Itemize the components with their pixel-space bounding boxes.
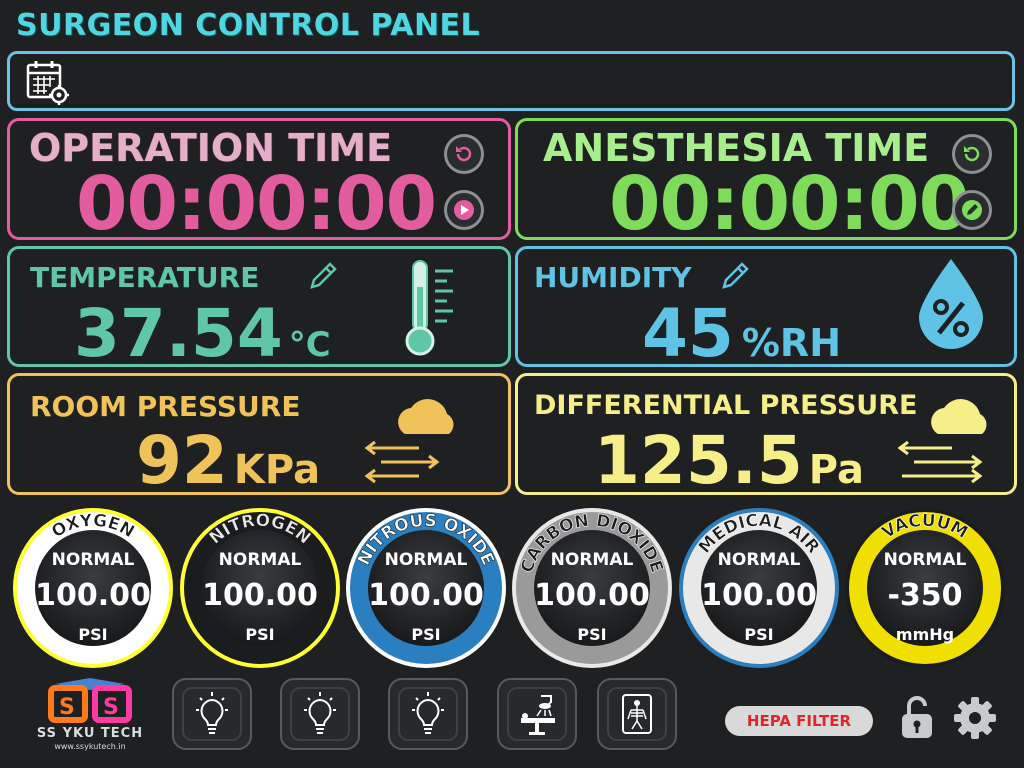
room-pressure-panel: ROOM PRESSURE 92 KPa xyxy=(7,373,511,499)
room-pressure-value-wrap: 92 KPa xyxy=(136,422,320,499)
humidity-edit-pencil-icon[interactable] xyxy=(720,259,752,295)
surgical-lamp-icon xyxy=(521,695,555,735)
nitrous-oxide-gauge[interactable]: NITROUS OXIDE NORMAL 100.00 PSI xyxy=(346,508,506,668)
page-title: SURGEON CONTROL PANEL xyxy=(16,8,481,43)
humidity-value: 45 xyxy=(642,295,734,372)
date-time-bar xyxy=(7,51,1015,111)
nitrogen-gauge[interactable]: NITROGEN NORMAL 100.00 PSI xyxy=(180,508,340,668)
differential-pressure-value-wrap: 125.5 Pa xyxy=(594,422,864,499)
nitrogen-gauge-value: 100.00 xyxy=(202,578,318,613)
temperature-unit: °C xyxy=(288,325,331,365)
carbon-dioxide-gauge[interactable]: CARBON DIOXIDE NORMAL 100.00 PSI xyxy=(512,508,672,668)
lock-icon[interactable] xyxy=(899,696,935,744)
company-logo: S S SS YKU TECH www.ssykutech.in xyxy=(15,676,165,756)
operation-time-panel: OPERATION TIME 00:00:00 xyxy=(7,118,511,247)
xray-viewer-icon xyxy=(622,694,652,734)
wind-cloud-icon xyxy=(355,388,467,492)
hepa-filter-button[interactable]: HEPA FILTER xyxy=(725,706,873,736)
nitrogen-gauge-name: NITROGEN xyxy=(205,512,314,549)
vacuum-gauge[interactable]: VACUUM NORMAL -350 mmHg xyxy=(845,508,1005,668)
light-bulb-icon xyxy=(412,692,444,734)
temperature-value: 37.54 xyxy=(74,295,283,372)
light-1-button[interactable] xyxy=(172,678,252,750)
play-icon xyxy=(454,200,474,220)
nitrogen-gauge-unit: PSI xyxy=(245,625,275,644)
differential-pressure-panel: DIFFERENTIAL PRESSURE 125.5 Pa xyxy=(515,373,1017,499)
reset-icon xyxy=(456,146,472,162)
xray-viewer-button[interactable] xyxy=(597,678,677,750)
room-pressure-unit: KPa xyxy=(233,447,321,493)
anesthesia-edit-button[interactable] xyxy=(952,190,992,230)
oxygen-gauge-name: OXYGEN xyxy=(48,512,138,542)
vacuum-gauge-status: NORMAL xyxy=(883,550,967,570)
light-2-button[interactable] xyxy=(280,678,360,750)
room-pressure-title: ROOM PRESSURE xyxy=(30,390,301,423)
anesthesia-timer: 00:00:00 xyxy=(609,161,970,247)
nitrous-oxide-gauge-unit: PSI xyxy=(411,625,441,644)
nitrogen-gauge-status: NORMAL xyxy=(218,550,302,570)
humidity-value-wrap: 45 %RH xyxy=(642,295,841,372)
medical-air-gauge[interactable]: MEDICAL AIR NORMAL 100.00 PSI xyxy=(679,508,839,668)
or-light-button[interactable] xyxy=(497,678,577,750)
operation-reset-button[interactable] xyxy=(444,134,484,174)
temperature-title: TEMPERATURE xyxy=(30,261,260,294)
medical-air-gauge-value: 100.00 xyxy=(701,578,817,613)
logo-url: www.ssykutech.in xyxy=(54,742,126,751)
anesthesia-time-panel: ANESTHESIA TIME 00:00:00 xyxy=(515,118,1017,247)
oxygen-gauge-value: 100.00 xyxy=(35,578,151,613)
wind-cloud-icon xyxy=(888,388,1000,492)
medical-air-gauge-status: NORMAL xyxy=(717,550,801,570)
carbon-dioxide-gauge-status: NORMAL xyxy=(550,550,634,570)
carbon-dioxide-gauge-value: 100.00 xyxy=(534,578,650,613)
humidity-panel: HUMIDITY 45 %RH xyxy=(515,246,1017,372)
thermometer-icon xyxy=(403,257,463,361)
room-pressure-value: 92 xyxy=(136,422,228,499)
reset-icon xyxy=(964,146,980,162)
vacuum-gauge-unit: mmHg xyxy=(895,625,955,644)
humidity-drop-icon xyxy=(911,255,991,355)
vacuum-gauge-name: VACUUM xyxy=(878,512,971,543)
svg-text:VACUUM: VACUUM xyxy=(879,512,971,543)
oxygen-gauge-status: NORMAL xyxy=(51,550,135,570)
light-bulb-icon xyxy=(304,692,336,734)
temperature-edit-pencil-icon[interactable] xyxy=(308,259,340,295)
oxygen-gauge[interactable]: OXYGEN NORMAL 100.00 PSI xyxy=(13,508,173,668)
differential-pressure-value: 125.5 xyxy=(594,422,803,499)
medical-air-gauge-unit: PSI xyxy=(744,625,774,644)
logo-name: SS YKU TECH xyxy=(36,726,144,741)
nitrous-oxide-gauge-value: 100.00 xyxy=(368,578,484,613)
temperature-panel: TEMPERATURE 37.54 °C xyxy=(7,246,511,372)
vacuum-gauge-value: -350 xyxy=(887,578,963,613)
operation-start-button[interactable] xyxy=(444,190,484,230)
gear-icon[interactable] xyxy=(953,696,997,744)
nitrous-oxide-gauge-status: NORMAL xyxy=(384,550,468,570)
logo-mark: S S xyxy=(48,678,132,723)
calendar-settings-icon[interactable] xyxy=(25,59,71,111)
differential-pressure-title: DIFFERENTIAL PRESSURE xyxy=(534,390,918,421)
light-bulb-icon xyxy=(196,692,228,734)
operation-timer: 00:00:00 xyxy=(76,161,437,247)
carbon-dioxide-gauge-unit: PSI xyxy=(577,625,607,644)
svg-text:OXYGEN: OXYGEN xyxy=(48,512,137,542)
humidity-title: HUMIDITY xyxy=(534,261,692,294)
temperature-value-wrap: 37.54 °C xyxy=(74,295,331,372)
svg-text:S: S xyxy=(59,695,75,720)
oxygen-gauge-unit: PSI xyxy=(78,625,108,644)
light-3-button[interactable] xyxy=(388,678,468,750)
svg-text:S: S xyxy=(103,695,119,720)
svg-text:NITROGEN: NITROGEN xyxy=(206,512,315,549)
pencil-icon xyxy=(962,200,982,220)
humidity-unit: %RH xyxy=(741,321,841,365)
anesthesia-reset-button[interactable] xyxy=(952,134,992,174)
differential-pressure-unit: Pa xyxy=(808,447,864,493)
